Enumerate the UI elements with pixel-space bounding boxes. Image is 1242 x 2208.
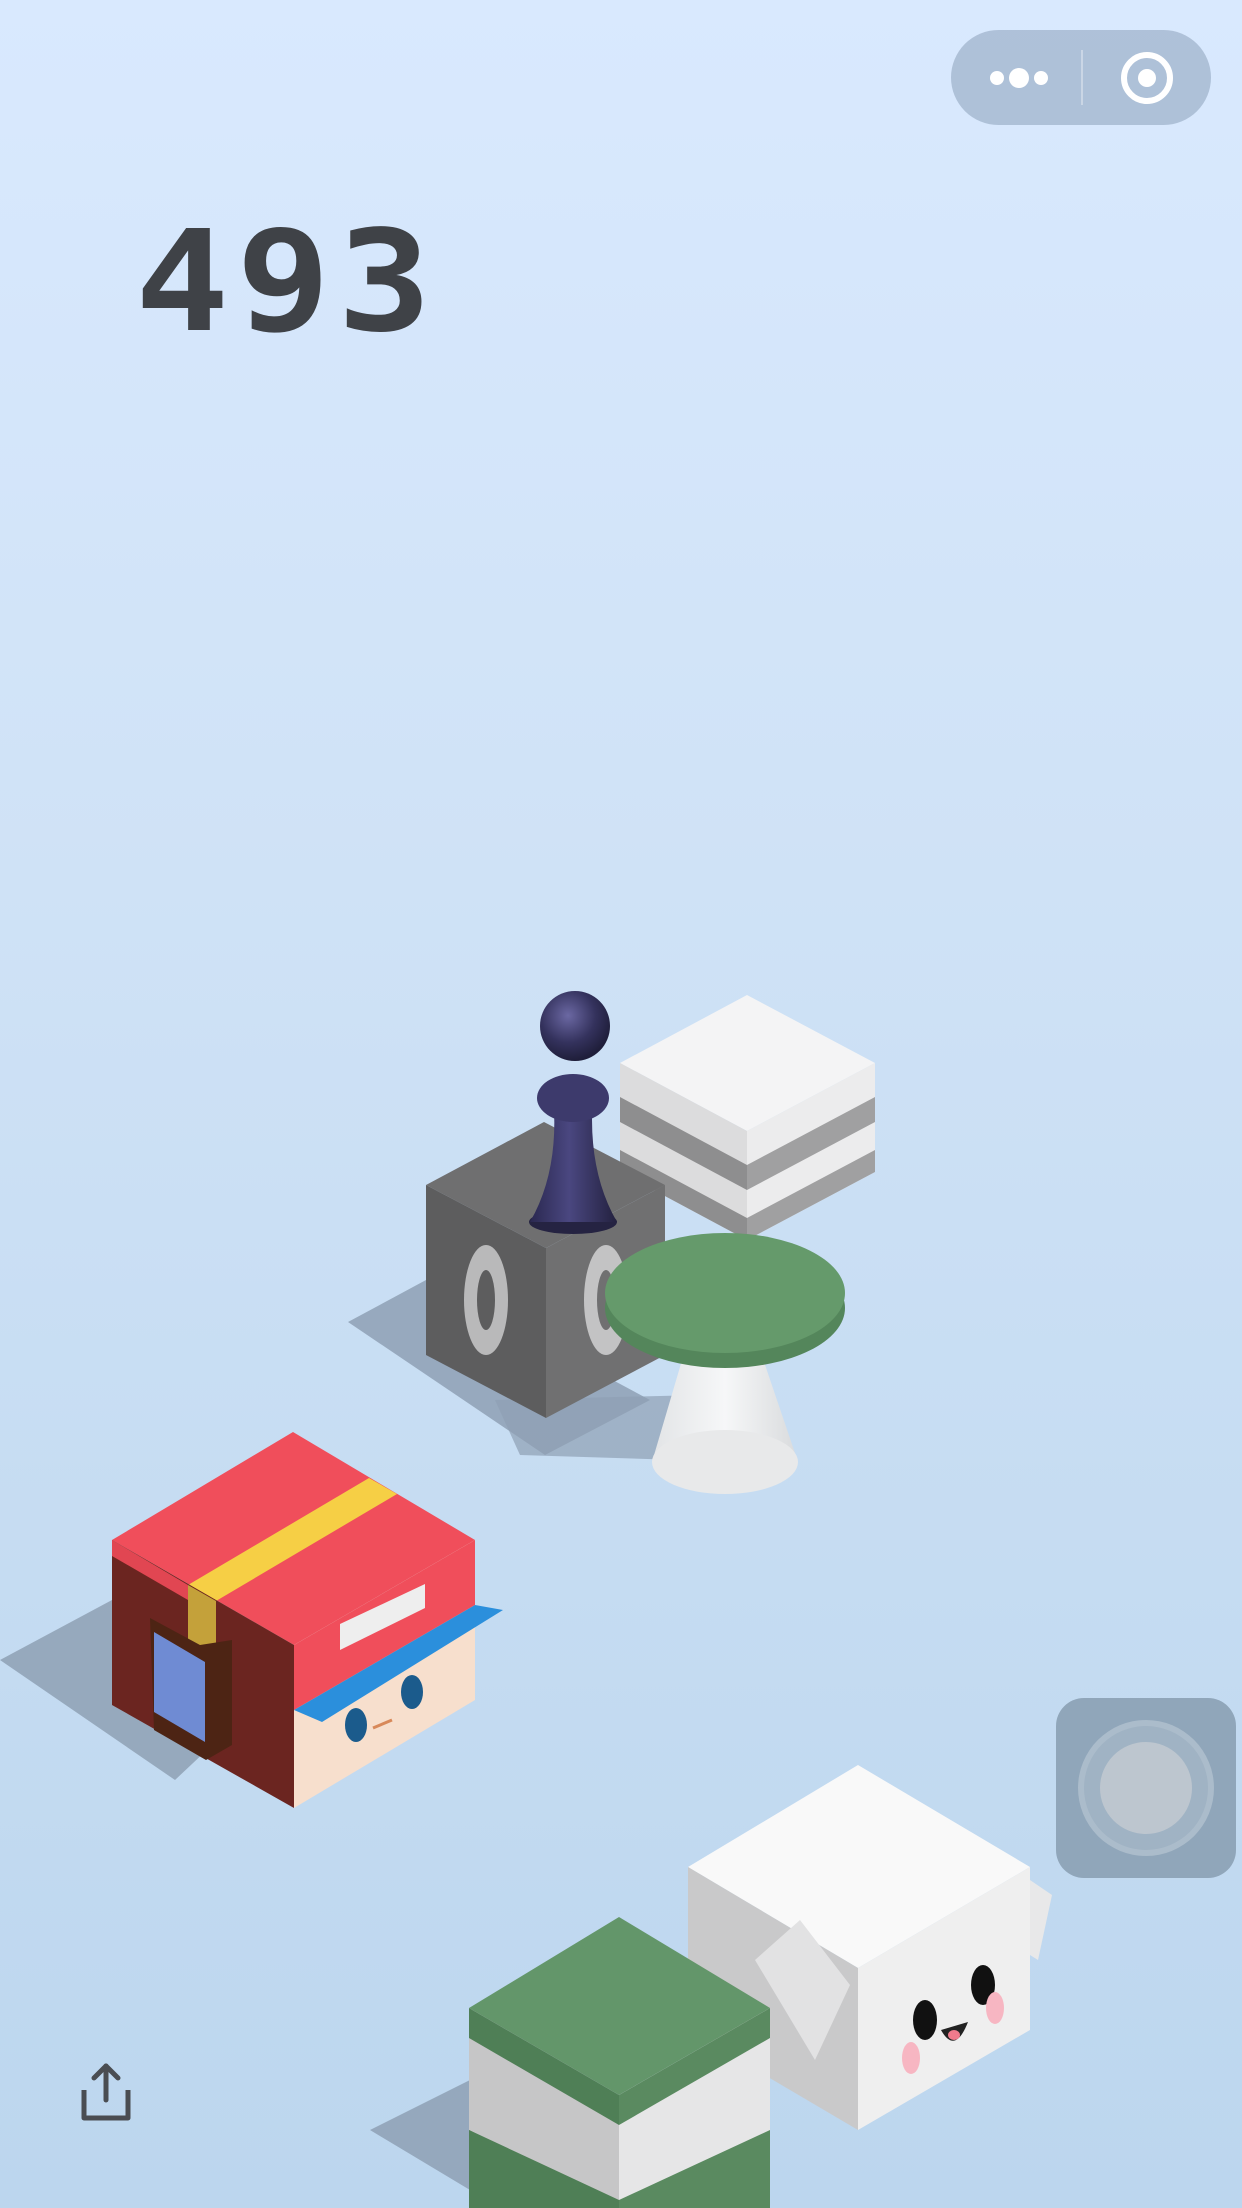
target-close-icon: [1121, 52, 1173, 104]
floating-dot: [1100, 1742, 1192, 1834]
jumping-piece: [529, 991, 617, 1234]
more-button[interactable]: [951, 30, 1081, 125]
share-button[interactable]: [78, 2062, 134, 2122]
close-button[interactable]: [1083, 30, 1211, 125]
menu-capsule: [951, 30, 1211, 125]
share-upload-icon: [81, 2063, 131, 2121]
floating-side-button[interactable]: [1056, 1698, 1236, 1878]
more-dots-icon: [990, 68, 1048, 88]
red-cap-character-box: [0, 1432, 503, 1808]
score-display: 493: [135, 201, 439, 364]
